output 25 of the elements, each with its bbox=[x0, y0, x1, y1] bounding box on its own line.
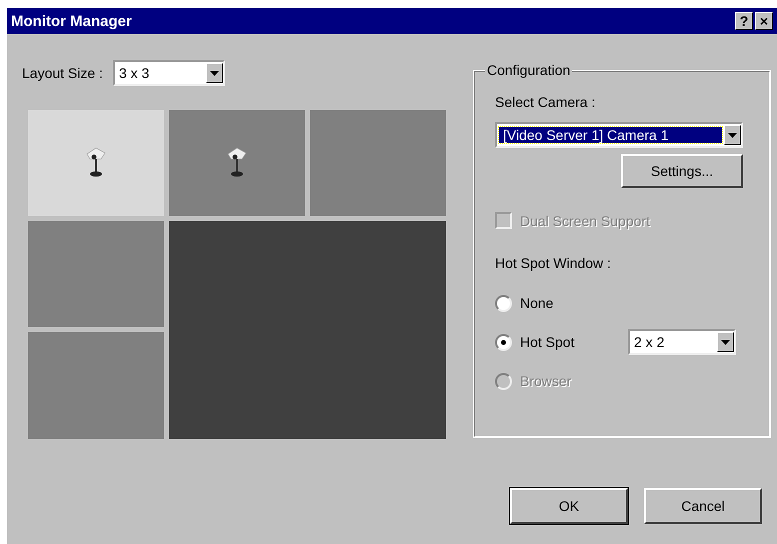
cancel-button[interactable]: Cancel bbox=[644, 488, 762, 524]
checkbox-label: Dual Screen Support bbox=[520, 212, 650, 228]
layout-tile[interactable] bbox=[28, 221, 164, 327]
layout-tile[interactable] bbox=[169, 110, 305, 216]
camera-dropdown[interactable]: [Video Server 1] Camera 1 bbox=[495, 122, 743, 148]
hot-spot-tile[interactable] bbox=[169, 221, 446, 439]
settings-button[interactable]: Settings... bbox=[621, 154, 743, 188]
help-button[interactable]: ? bbox=[735, 12, 753, 30]
layout-size-label: Layout Size : bbox=[22, 65, 103, 81]
ok-button[interactable]: OK bbox=[510, 488, 628, 524]
close-button[interactable]: × bbox=[755, 12, 773, 30]
layout-tile[interactable] bbox=[28, 332, 164, 439]
radio-button[interactable] bbox=[495, 294, 512, 312]
select-camera-label: Select Camera : bbox=[495, 94, 596, 110]
radio-label: Browser bbox=[520, 373, 572, 389]
hot-spot-size-dropdown[interactable]: 2 x 2 bbox=[628, 329, 736, 355]
hot-spot-window-label: Hot Spot Window : bbox=[495, 255, 612, 271]
radio-label: Hot Spot bbox=[520, 334, 576, 350]
radio-button[interactable] bbox=[495, 334, 512, 350]
layout-tile[interactable] bbox=[28, 110, 164, 216]
group-title: Configuration bbox=[485, 62, 572, 78]
radio-label: None bbox=[520, 295, 554, 311]
layout-tile[interactable] bbox=[310, 110, 446, 216]
layout-size-dropdown[interactable]: 3 x 3 bbox=[112, 60, 225, 86]
window-title: Monitor Manager bbox=[11, 12, 132, 30]
